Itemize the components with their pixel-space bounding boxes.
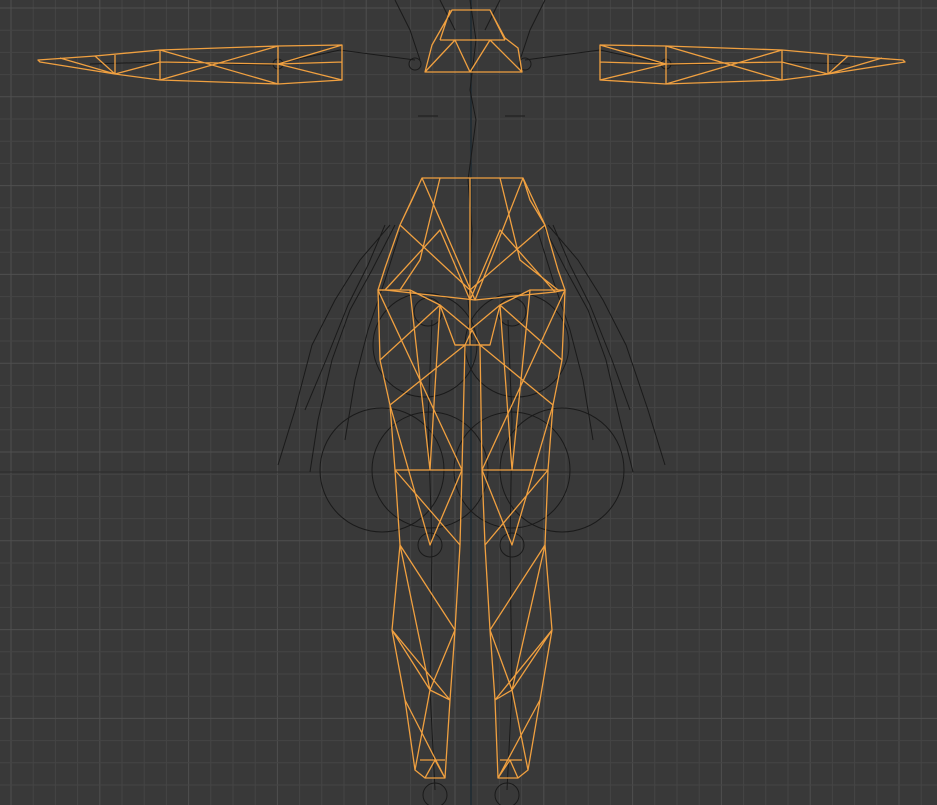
- left-hand-bones[interactable]: [277, 224, 401, 473]
- viewport-grid: [0, 0, 937, 805]
- left-leg-bone[interactable]: [427, 319, 436, 791]
- armature-bones[interactable]: [89, 0, 851, 805]
- left-arm-mesh[interactable]: [37, 44, 343, 85]
- right-hand-bones[interactable]: [537, 224, 666, 473]
- viewport-canvas[interactable]: [0, 0, 937, 805]
- right-leg-bone[interactable]: [506, 319, 513, 791]
- right-arm-mesh[interactable]: [599, 44, 906, 85]
- left-hip-joint[interactable]: [413, 297, 443, 327]
- 3d-viewport[interactable]: [0, 0, 937, 805]
